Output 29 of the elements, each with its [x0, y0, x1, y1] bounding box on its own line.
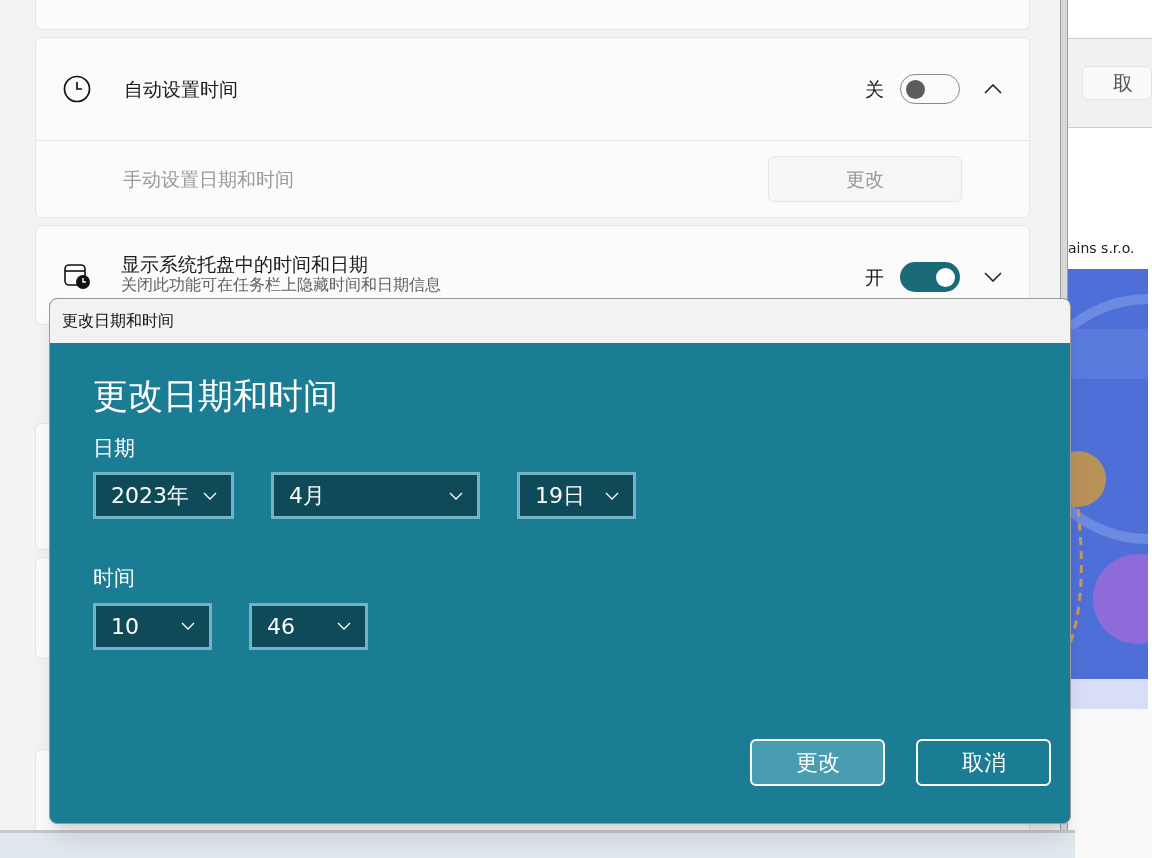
company-text: ains s.r.o.: [1068, 239, 1136, 258]
caret-icon: [449, 491, 463, 500]
caret-icon: [605, 491, 619, 500]
window-title: 更改日期和时间: [62, 310, 174, 332]
dropdown[interactable]: 10: [93, 602, 212, 650]
calendar-clock-icon: [63, 262, 91, 290]
setting-label: 自动设置时间: [124, 76, 238, 102]
toggle-state: 开: [865, 265, 885, 290]
caret-icon: [337, 622, 351, 631]
dropdown[interactable]: 46: [249, 602, 368, 650]
dialog-heading: 更改日期和时间: [93, 375, 339, 418]
toolbar-button[interactable]: 取: [1082, 66, 1152, 100]
setting-label: 手动设置日期和时间: [123, 166, 294, 192]
date-label: 日期: [93, 434, 136, 462]
setting-description: 关闭此功能可在任务栏上隐藏时间和日期信息: [121, 275, 441, 295]
toggle-state: 关: [865, 76, 885, 102]
caret-icon: [203, 491, 217, 500]
chevron-icon[interactable]: [984, 272, 1003, 282]
dropdown[interactable]: 4月: [271, 472, 480, 520]
caret-icon: [181, 622, 195, 631]
time-label: 时间: [93, 565, 136, 593]
clock-icon: [63, 75, 91, 103]
toggle-switch[interactable]: [900, 74, 961, 104]
toggle-switch[interactable]: [900, 262, 961, 292]
setting-label: 显示系统托盘中的时间和日期: [121, 254, 369, 276]
dialog-button[interactable]: 取消: [916, 739, 1051, 786]
dropdown[interactable]: 2023年: [93, 472, 234, 520]
dropdown[interactable]: 19日: [517, 472, 636, 520]
chevron-icon[interactable]: [984, 84, 1003, 94]
